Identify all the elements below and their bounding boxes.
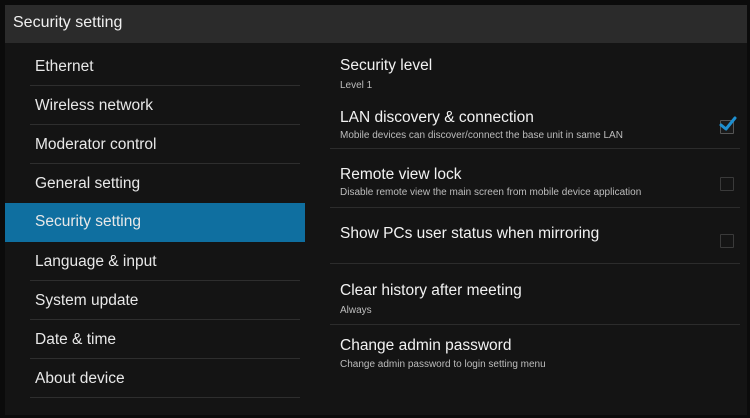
sidebar-item-language-input[interactable]: Language & input [5, 243, 305, 281]
security-level-item[interactable]: Security level Level 1 [330, 47, 740, 97]
sidebar-item-label: General setting [35, 175, 141, 192]
remote-view-lock-checkbox[interactable] [720, 177, 734, 191]
remote-view-lock-item[interactable]: Remote view lock Disable remote view the… [330, 150, 740, 208]
sidebar-item-ethernet[interactable]: Ethernet [5, 48, 305, 86]
divider [30, 85, 300, 86]
sidebar-item-date-time[interactable]: Date & time [5, 321, 305, 359]
page-title: Security setting [13, 14, 123, 31]
setting-subtitle: Always [340, 305, 372, 316]
sidebar-item-security-setting[interactable]: Security setting [5, 203, 305, 242]
sidebar-item-general-setting[interactable]: General setting [5, 165, 305, 203]
sidebar-item-moderator-control[interactable]: Moderator control [5, 126, 305, 164]
setting-subtitle: Disable remote view the main screen from… [340, 187, 642, 198]
change-admin-password-item[interactable]: Change admin password Change admin passw… [330, 326, 740, 376]
lan-discovery-item[interactable]: LAN discovery & connection Mobile device… [330, 99, 740, 149]
divider [30, 358, 300, 359]
divider [30, 397, 300, 398]
setting-subtitle: Change admin password to login setting m… [340, 359, 546, 370]
divider [330, 148, 740, 149]
settings-window: Security setting Ethernet Wireless netwo… [5, 5, 747, 415]
sidebar-item-wireless-network[interactable]: Wireless network [5, 87, 305, 125]
divider [30, 163, 300, 164]
divider [30, 280, 300, 281]
setting-subtitle: Level 1 [340, 80, 373, 91]
sidebar-item-label: Language & input [35, 253, 157, 270]
sidebar-item-label: Ethernet [35, 58, 94, 75]
title-bar: Security setting [5, 5, 747, 43]
divider [30, 319, 300, 320]
setting-title: Security level [340, 57, 433, 74]
clear-history-item[interactable]: Clear history after meeting Always [330, 265, 740, 325]
sidebar-item-system-update[interactable]: System update [5, 282, 305, 320]
divider [330, 207, 740, 208]
setting-title: Remote view lock [340, 166, 462, 183]
setting-title: Clear history after meeting [340, 282, 522, 299]
sidebar-item-label: Wireless network [35, 97, 153, 114]
settings-list: Security level Level 1 LAN discovery & c… [330, 43, 747, 415]
sidebar-item-label: Moderator control [35, 136, 157, 153]
show-pcs-status-item[interactable]: Show PCs user status when mirroring [330, 209, 740, 264]
sidebar-item-label: Security setting [35, 213, 141, 230]
divider [30, 124, 300, 125]
lan-discovery-checkbox[interactable] [719, 116, 737, 134]
sidebar: Ethernet Wireless network Moderator cont… [5, 43, 305, 415]
setting-subtitle: Mobile devices can discover/connect the … [340, 130, 623, 141]
setting-title: Show PCs user status when mirroring [340, 225, 600, 242]
setting-title: LAN discovery & connection [340, 109, 534, 126]
divider [330, 263, 740, 264]
sidebar-item-label: Date & time [35, 331, 116, 348]
sidebar-item-about-device[interactable]: About device [5, 360, 305, 398]
sidebar-item-label: About device [35, 370, 125, 387]
check-icon [719, 116, 737, 131]
show-pcs-status-checkbox[interactable] [720, 234, 734, 248]
setting-title: Change admin password [340, 337, 512, 354]
divider [330, 324, 740, 325]
sidebar-item-label: System update [35, 292, 139, 309]
